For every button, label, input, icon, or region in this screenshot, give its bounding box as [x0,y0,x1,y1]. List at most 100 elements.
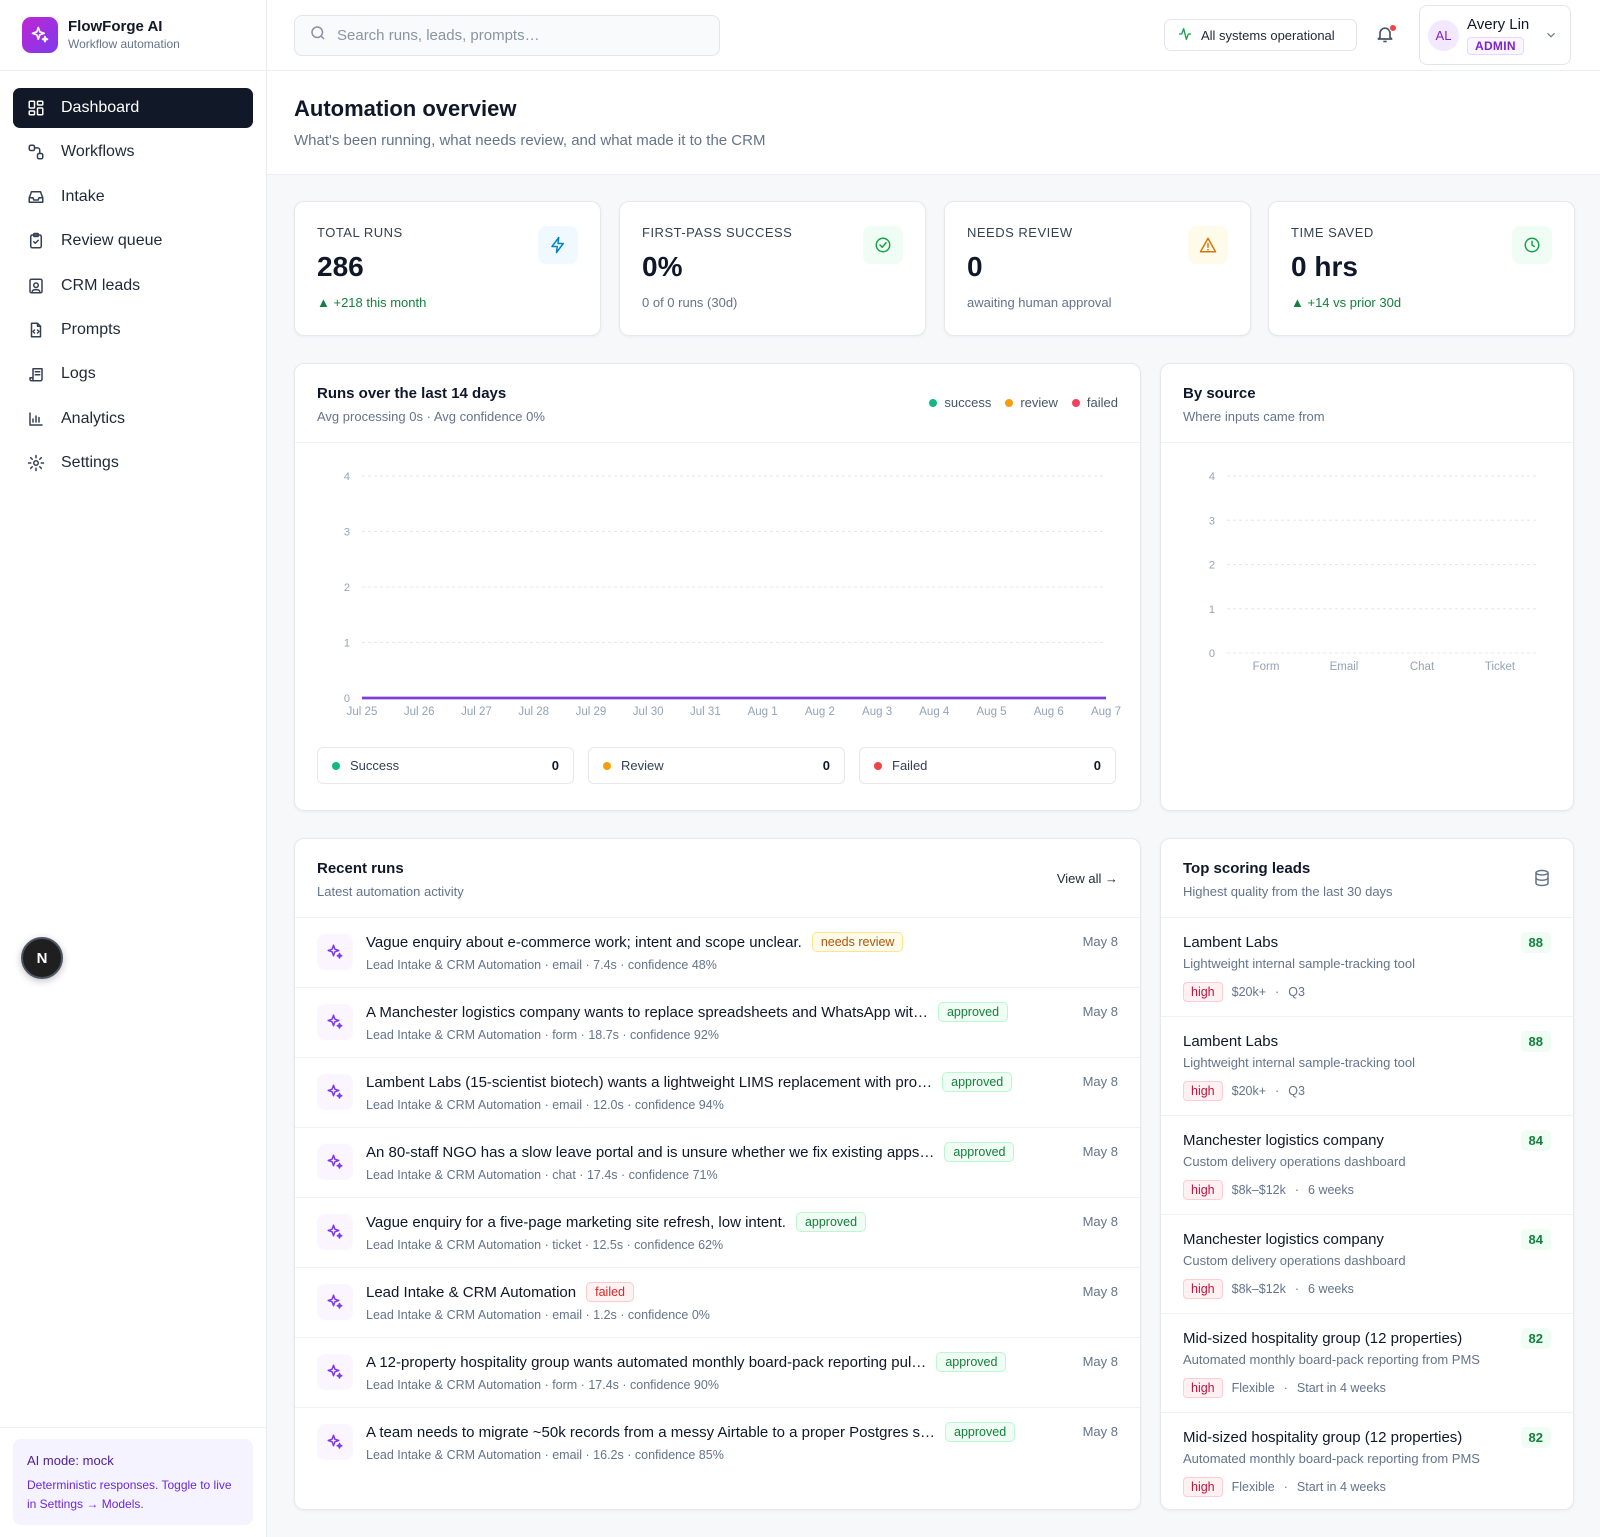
sidebar: FlowForge AI Workflow automation Dashboa… [0,0,267,1537]
lead-description: Custom delivery operations dashboard [1183,1253,1406,1268]
x-tick-label: Email [1330,661,1359,673]
view-all-link[interactable]: View all → [1057,871,1118,886]
y-tick-label: 4 [1209,471,1215,483]
lead-item[interactable]: Mid-sized hospitality group (12 properti… [1161,1412,1573,1511]
x-tick-label: Aug 1 [748,706,778,718]
summary-value: 0 [551,758,559,773]
sidebar-item-logs[interactable]: Logs [13,354,253,394]
legend-item-review: review [1005,395,1058,410]
run-meta: Lead Intake & CRM Automation · chat · 17… [366,1168,718,1182]
run-row[interactable]: Lambent Labs (15-scientist biotech) want… [295,1057,1140,1127]
sidebar-divider [0,1427,267,1428]
recent-runs-card: Recent runs Latest automation activity V… [294,838,1141,1510]
clipboard-check-icon [27,232,45,250]
search-icon [309,24,327,47]
clock-icon [1512,226,1552,264]
lead-score: 88 [1520,1031,1551,1052]
search-input[interactable] [337,27,697,44]
kpi-footnote: ▲ +14 vs prior 30d [1291,295,1402,310]
notifications-button[interactable] [1375,24,1397,46]
sparkles-icon [317,1284,353,1320]
lead-item[interactable]: Lambent Labs Lightweight internal sample-… [1161,917,1573,1016]
separator: · [1275,1084,1280,1098]
sidebar-item-analytics[interactable]: Analytics [13,399,253,439]
lead-name: Mid-sized hospitality group (12 properti… [1183,1330,1463,1347]
summary-value: 0 [1093,758,1101,773]
source-bar-chart: 0 1 2 3 4 Form Email Chat Ticket [1209,471,1539,673]
lead-budget: Flexible [1231,1381,1275,1395]
summary-failed: Failed 0 [859,747,1116,784]
separator: · [1283,1480,1288,1494]
page-subtitle: What's been running, what needs review, … [294,132,766,149]
run-row[interactable]: Lead Intake & CRM Automation failed Lead I… [295,1267,1140,1337]
lead-score: 88 [1520,932,1551,953]
kpi-card-first-pass-success: FIRST-PASS SUCCESS 0% 0 of 0 runs (30d) [619,201,926,336]
inbox-icon [27,188,45,206]
sidebar-item-intake[interactable]: Intake [13,177,253,217]
sidebar-item-prompts[interactable]: Prompts [13,310,253,350]
kpi-card-total-runs: TOTAL RUNS 286 ▲ +218 this month [294,201,601,336]
separator: · [1283,1381,1288,1395]
y-tick-label: 4 [344,471,350,483]
run-meta: Lead Intake & CRM Automation · email · 1… [366,1308,710,1322]
priority-badge: high [1183,1477,1223,1497]
runs-chart-subtitle: Avg processing 0s · Avg confidence 0% [317,409,545,424]
run-row[interactable]: An 80-staff NGO has a slow leave portal … [295,1127,1140,1197]
run-row[interactable]: Vague enquiry about e-commerce work; int… [295,917,1140,987]
system-status-text: All systems operational [1201,27,1335,43]
page-header: Automation overview What's been running,… [267,71,1600,175]
system-status[interactable]: All systems operational [1164,19,1357,51]
database-icon[interactable] [1533,869,1551,892]
brand-name: FlowForge AI [68,18,163,35]
sidebar-item-crm-leads[interactable]: CRM leads [13,266,253,306]
run-row[interactable]: A team needs to migrate ~50k records fro… [295,1407,1140,1477]
run-row[interactable]: A Manchester logistics company wants to … [295,987,1140,1057]
sidebar-item-review-queue[interactable]: Review queue [13,221,253,261]
top-leads-title: Top scoring leads [1183,860,1311,877]
lead-budget: $8k–$12k [1231,1282,1286,1296]
x-tick-label: Aug 7 [1091,706,1121,718]
run-date: May 8 [1082,1074,1118,1089]
sidebar-item-dashboard[interactable]: Dashboard [13,88,253,128]
status-badge: approved [944,1142,1015,1162]
legend-label: success [944,395,992,410]
brand[interactable]: FlowForge AI Workflow automation [0,0,266,71]
lead-item[interactable]: Manchester logistics company Custom deliv… [1161,1214,1573,1313]
run-date: May 8 [1082,1214,1118,1229]
workflow-icon [27,143,45,161]
lead-timeline: Start in 4 weeks [1296,1381,1386,1395]
brand-subtitle: Workflow automation [68,37,180,51]
sparkles-icon [317,1074,353,1110]
run-title: Vague enquiry for a five-page marketing … [366,1213,786,1231]
y-tick-label: 3 [1209,515,1215,527]
kpi-footnote: ▲ +218 this month [317,295,427,310]
run-row[interactable]: Vague enquiry for a five-page marketing … [295,1197,1140,1267]
sidebar-item-settings[interactable]: Settings [13,443,253,483]
sidebar-item-workflows[interactable]: Workflows [13,132,253,172]
role-badge: ADMIN [1467,37,1524,55]
chevron-down-icon [1544,28,1558,47]
run-meta: Lead Intake & CRM Automation · form · 17… [366,1378,719,1392]
contact-icon [27,277,45,295]
lead-item[interactable]: Manchester logistics company Custom deliv… [1161,1115,1573,1214]
priority-badge: high [1183,982,1223,1002]
search-box[interactable] [294,15,720,56]
user-menu[interactable]: AL Avery Lin ADMIN [1419,5,1571,65]
file-code-icon [27,321,45,339]
run-title: Lambent Labs (15-scientist biotech) want… [366,1073,933,1091]
x-tick-label: Jul 26 [404,706,435,718]
lead-name: Manchester logistics company [1183,1231,1384,1248]
topbar: All systems operational AL Avery Lin ADM… [267,0,1600,71]
lead-description: Automated monthly board-pack reporting f… [1183,1352,1480,1367]
run-row[interactable]: A 12-property hospitality group wants au… [295,1337,1140,1407]
priority-badge: high [1183,1081,1223,1101]
summary-label: Failed [892,758,928,773]
recent-runs-subtitle: Latest automation activity [317,884,464,899]
y-tick-label: 0 [1209,648,1215,660]
gear-icon [27,454,45,472]
lead-item[interactable]: Mid-sized hospitality group (12 properti… [1161,1313,1573,1412]
summary-label: Success [350,758,400,773]
floating-n-button[interactable]: N [21,937,63,979]
run-meta: Lead Intake & CRM Automation · ticket · … [366,1238,724,1252]
lead-item[interactable]: Lambent Labs Lightweight internal sample-… [1161,1016,1573,1115]
